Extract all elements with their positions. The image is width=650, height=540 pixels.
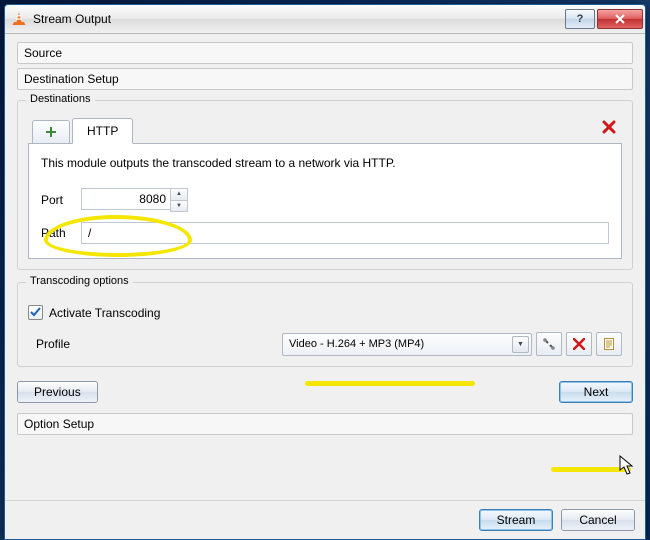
- tab-http-label: HTTP: [87, 124, 118, 138]
- tools-icon: [542, 337, 556, 351]
- cancel-label: Cancel: [579, 513, 616, 527]
- path-label: Path: [41, 226, 81, 240]
- profile-select[interactable]: Video - H.264 + MP3 (MP4) ▼: [282, 333, 532, 356]
- activate-transcoding-label: Activate Transcoding: [49, 306, 160, 320]
- transcoding-legend: Transcoding options: [26, 275, 133, 287]
- previous-label: Previous: [34, 385, 81, 399]
- close-button[interactable]: [597, 9, 643, 29]
- plus-icon: [45, 126, 57, 138]
- transcoding-group: Transcoding options Activate Transcoding…: [17, 282, 633, 367]
- port-input[interactable]: [81, 188, 170, 210]
- dialog-footer: Stream Cancel: [5, 500, 645, 539]
- port-spinner[interactable]: ▲ ▼: [170, 188, 188, 212]
- activate-transcoding-checkbox[interactable]: Activate Transcoding: [28, 305, 622, 320]
- page-icon: [602, 337, 616, 351]
- tab-http[interactable]: HTTP: [72, 118, 133, 144]
- stream-button[interactable]: Stream: [479, 509, 553, 531]
- remove-destination-button[interactable]: [602, 120, 616, 137]
- destinations-tabstrip: HTTP: [28, 117, 622, 144]
- section-option-setup-label: Option Setup: [24, 417, 94, 431]
- checkbox-icon: [28, 305, 43, 320]
- titlebar[interactable]: Stream Output ?: [5, 5, 645, 34]
- http-tab-pane: This module outputs the transcoded strea…: [28, 144, 622, 259]
- section-source[interactable]: Source: [17, 42, 633, 64]
- next-button[interactable]: Next: [559, 381, 633, 403]
- section-destination-setup-label: Destination Setup: [24, 72, 119, 86]
- delete-profile-button[interactable]: [566, 332, 592, 356]
- help-button[interactable]: ?: [565, 9, 595, 29]
- destinations-legend: Destinations: [26, 93, 95, 105]
- section-destination-setup[interactable]: Destination Setup: [17, 68, 633, 90]
- http-description: This module outputs the transcoded strea…: [41, 156, 609, 170]
- add-destination-button[interactable]: [32, 120, 70, 143]
- profile-value: Video - H.264 + MP3 (MP4): [289, 338, 424, 350]
- profile-label: Profile: [36, 337, 96, 351]
- help-glyph: ?: [577, 13, 584, 25]
- chevron-down-icon[interactable]: ▼: [171, 201, 187, 212]
- stream-output-dialog: Stream Output ? Source Destination Setup…: [4, 4, 646, 540]
- vlc-cone-icon: [11, 11, 27, 27]
- destinations-group: Destinations HTTP This module outpu: [17, 100, 633, 270]
- stream-label: Stream: [497, 513, 536, 527]
- x-icon: [573, 338, 585, 350]
- port-label: Port: [41, 193, 81, 207]
- cancel-button[interactable]: Cancel: [561, 509, 635, 531]
- previous-button[interactable]: Previous: [17, 381, 98, 403]
- chevron-down-icon: ▼: [512, 336, 529, 353]
- section-option-setup[interactable]: Option Setup: [17, 413, 633, 435]
- next-label: Next: [584, 385, 609, 399]
- new-profile-button[interactable]: [596, 332, 622, 356]
- section-source-label: Source: [24, 46, 62, 60]
- chevron-up-icon[interactable]: ▲: [171, 189, 187, 201]
- edit-profile-button[interactable]: [536, 332, 562, 356]
- close-icon: [614, 14, 626, 24]
- x-icon: [602, 120, 616, 134]
- path-input[interactable]: [81, 222, 609, 244]
- window-title: Stream Output: [33, 12, 563, 26]
